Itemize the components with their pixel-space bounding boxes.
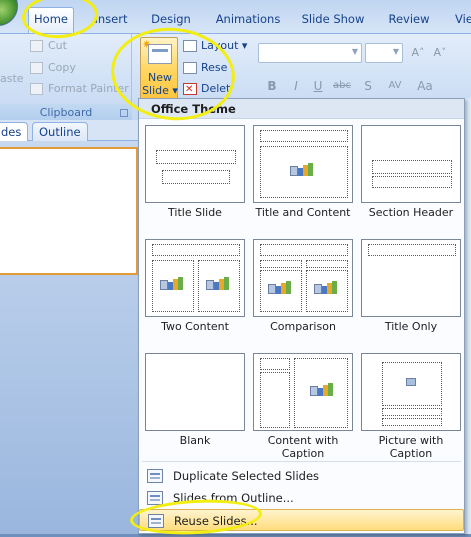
change-case-button[interactable]: Aa — [412, 76, 438, 96]
layout-caption: Picture with Caption — [378, 434, 444, 460]
content-placeholder-icon — [310, 382, 334, 400]
font-size-dropdown[interactable]: ▼ — [365, 43, 403, 63]
content-placeholder-icon — [290, 162, 314, 180]
format-painter-label: Format Painter — [48, 82, 129, 95]
scissors-icon — [30, 40, 43, 52]
dialog-launcher-icon[interactable] — [120, 109, 128, 117]
cut-label: Cut — [48, 39, 67, 52]
tab-view[interactable]: Vie — [452, 8, 471, 30]
paintbrush-icon — [30, 83, 43, 95]
reset-button[interactable]: Rese — [183, 59, 227, 77]
tab-insert[interactable]: Insert — [88, 8, 134, 30]
layout-caption: Title Slide — [168, 206, 222, 219]
shrink-font-label: A — [433, 46, 442, 59]
slides-outline-tabs: des Outline — [0, 120, 140, 141]
content-placeholder-icon — [314, 280, 338, 298]
tab-outline[interactable]: Outline — [32, 122, 88, 141]
paste-button-label[interactable]: aste — [0, 72, 24, 85]
content-placeholder-icon — [206, 276, 230, 294]
shrink-font-button[interactable]: A˅ — [430, 43, 450, 63]
new-slide-label-line1: New — [148, 71, 172, 84]
layout-button[interactable]: Layout ▾ — [183, 37, 247, 55]
new-slide-button[interactable]: ✷ New Slide ▾ — [140, 37, 178, 101]
tab-animations[interactable]: Animations — [214, 8, 282, 30]
copy-label: Copy — [48, 61, 76, 74]
shadow-button[interactable]: S — [358, 76, 378, 96]
slide-thumbnail-icon — [148, 44, 172, 64]
underline-button[interactable]: U — [308, 76, 328, 96]
content-placeholder-icon — [160, 276, 184, 294]
content-placeholder-icon — [268, 280, 292, 298]
reset-label: Rese — [201, 61, 228, 74]
clipboard-group: aste Cut Copy Format Painter Clipboard — [0, 34, 132, 121]
slides-from-outline-menu-item[interactable]: Slides from Outline... — [139, 487, 464, 509]
menu-separator — [142, 461, 461, 462]
layout-caption: Title and Content — [255, 206, 351, 219]
duplicate-slides-menu-item[interactable]: Duplicate Selected Slides — [139, 465, 464, 487]
slides-from-outline-icon — [147, 491, 163, 505]
ribbon-tab-row: Home Insert Design Animations Slide Show… — [0, 0, 471, 34]
picture-placeholder-icon — [406, 378, 416, 386]
grow-font-button[interactable]: A˄ — [408, 43, 428, 63]
italic-button[interactable]: I — [286, 76, 306, 96]
new-slide-gallery: Office Theme Title Slide Title and Conte… — [138, 98, 465, 534]
copy-button[interactable]: Copy — [30, 59, 76, 77]
layout-caption: Section Header — [368, 206, 454, 219]
tab-slide-show[interactable]: Slide Show — [300, 8, 366, 30]
layout-icon — [183, 40, 197, 52]
gallery-header: Office Theme — [139, 99, 464, 119]
tab-design[interactable]: Design — [146, 8, 196, 30]
tab-home[interactable]: Home — [28, 7, 74, 34]
chevron-down-icon: ▼ — [351, 47, 358, 56]
chevron-down-icon: ▼ — [392, 47, 399, 56]
layout-caption: Comparison — [270, 320, 336, 333]
layout-caption: Blank — [179, 434, 211, 447]
delete-label: Delet — [201, 82, 231, 95]
slide-thumbnail[interactable] — [0, 147, 138, 275]
font-family-dropdown[interactable]: ▼ — [258, 43, 362, 63]
slides-from-outline-label: Slides from Outline... — [173, 491, 294, 505]
grow-font-label: A — [411, 46, 420, 59]
reuse-slides-label: Reuse Slides... — [174, 514, 258, 528]
bold-button[interactable]: B — [262, 76, 282, 96]
tab-review[interactable]: Review — [386, 8, 432, 30]
layout-caption: Two Content — [161, 320, 229, 333]
reset-icon — [183, 62, 197, 74]
copy-icon — [30, 62, 43, 74]
clipboard-group-label: Clipboard — [0, 104, 132, 121]
office-button-icon[interactable] — [0, 0, 18, 26]
tab-slides[interactable]: des — [0, 122, 29, 141]
reuse-slides-menu-item[interactable]: Reuse Slides... — [139, 509, 464, 531]
delete-button[interactable]: Delet — [183, 80, 231, 99]
delete-icon — [183, 81, 197, 99]
cut-button[interactable]: Cut — [30, 37, 67, 55]
new-slide-label: New Slide ▾ — [141, 71, 179, 97]
slides-pane — [0, 141, 140, 534]
reuse-slides-icon — [148, 514, 164, 528]
format-painter-button[interactable]: Format Painter — [30, 80, 129, 98]
new-slide-label-line2: Slide ▾ — [142, 84, 178, 97]
layout-caption: Content with Caption — [267, 434, 339, 460]
strikethrough-button[interactable]: abc — [332, 76, 352, 96]
duplicate-slides-icon — [147, 469, 163, 483]
duplicate-slides-label: Duplicate Selected Slides — [173, 469, 320, 483]
clipboard-group-title: Clipboard — [39, 106, 93, 119]
layout-label: Layout ▾ — [201, 39, 248, 52]
layout-caption: Title Only — [384, 320, 438, 333]
character-spacing-button[interactable]: AV — [382, 76, 408, 96]
